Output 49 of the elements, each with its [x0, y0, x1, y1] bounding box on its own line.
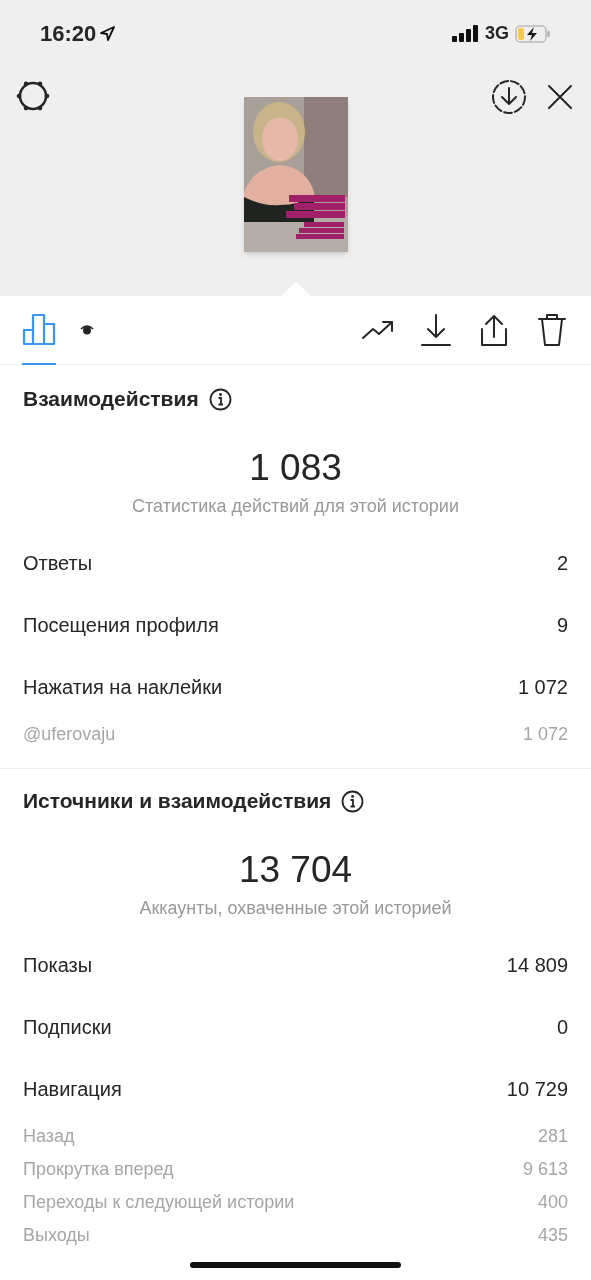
sub-metric-value: 435 [537, 1224, 568, 1247]
total-caption: Статистика действий для этой истории [132, 494, 459, 518]
trend-up-icon [361, 319, 395, 341]
info-icon [341, 789, 365, 813]
download-circle-icon [491, 79, 527, 115]
metric-label: Показы [23, 953, 93, 978]
bar-chart-icon [22, 312, 56, 346]
metric-value: 0 [556, 1015, 568, 1040]
metric-value: 1 072 [517, 675, 568, 700]
download-icon [420, 313, 452, 347]
info-icon [208, 387, 232, 411]
metric-label: Ответы [23, 551, 93, 576]
metric-value: 2 [556, 551, 568, 576]
metric-value: 10 729 [506, 1077, 568, 1102]
eye-icon [80, 323, 94, 335]
metric-value: 9 [556, 613, 568, 638]
sub-metric-value: 9 613 [522, 1158, 568, 1181]
download-button[interactable] [419, 313, 453, 347]
sub-metric-label: @uferovaju [23, 723, 116, 746]
sub-metric-value: 281 [537, 1125, 568, 1148]
battery-charging-icon [515, 24, 551, 43]
save-button[interactable] [491, 79, 527, 115]
sub-metric-label: Назад [23, 1125, 75, 1148]
close-button[interactable] [545, 82, 575, 112]
sub-metric-value: 1 072 [522, 723, 568, 746]
section-title: Источники и взаимодействия [23, 788, 332, 815]
close-icon [546, 83, 574, 111]
metric-value: 14 809 [506, 953, 568, 978]
status-time: 16:20 [40, 20, 97, 48]
total-count: 13 704 [238, 848, 353, 893]
metric-label: Посещения профиля [23, 613, 219, 638]
sub-metric-label: Выходы [23, 1224, 90, 1247]
total-count: 1 083 [249, 446, 342, 491]
settings-icon [16, 79, 50, 113]
share-icon [478, 313, 510, 347]
trash-icon [537, 313, 567, 347]
delete-button[interactable] [535, 313, 569, 347]
sub-metric-value: 400 [537, 1191, 568, 1214]
total-caption: Аккаунты, охваченные этой историей [139, 896, 452, 920]
metric-label: Подписки [23, 1015, 112, 1040]
settings-button[interactable] [16, 79, 50, 113]
sub-metric-label: Прокрутка вперед [23, 1158, 174, 1181]
location-arrow-icon [100, 26, 116, 41]
section-title: Взаимодействия [23, 386, 199, 413]
network-type: 3G [485, 22, 509, 45]
metric-label: Навигация [23, 1077, 122, 1102]
metric-label: Нажатия на наклейки [23, 675, 223, 700]
sub-metric-label: Переходы к следующей истории [23, 1191, 295, 1214]
signal-icon [452, 25, 479, 42]
